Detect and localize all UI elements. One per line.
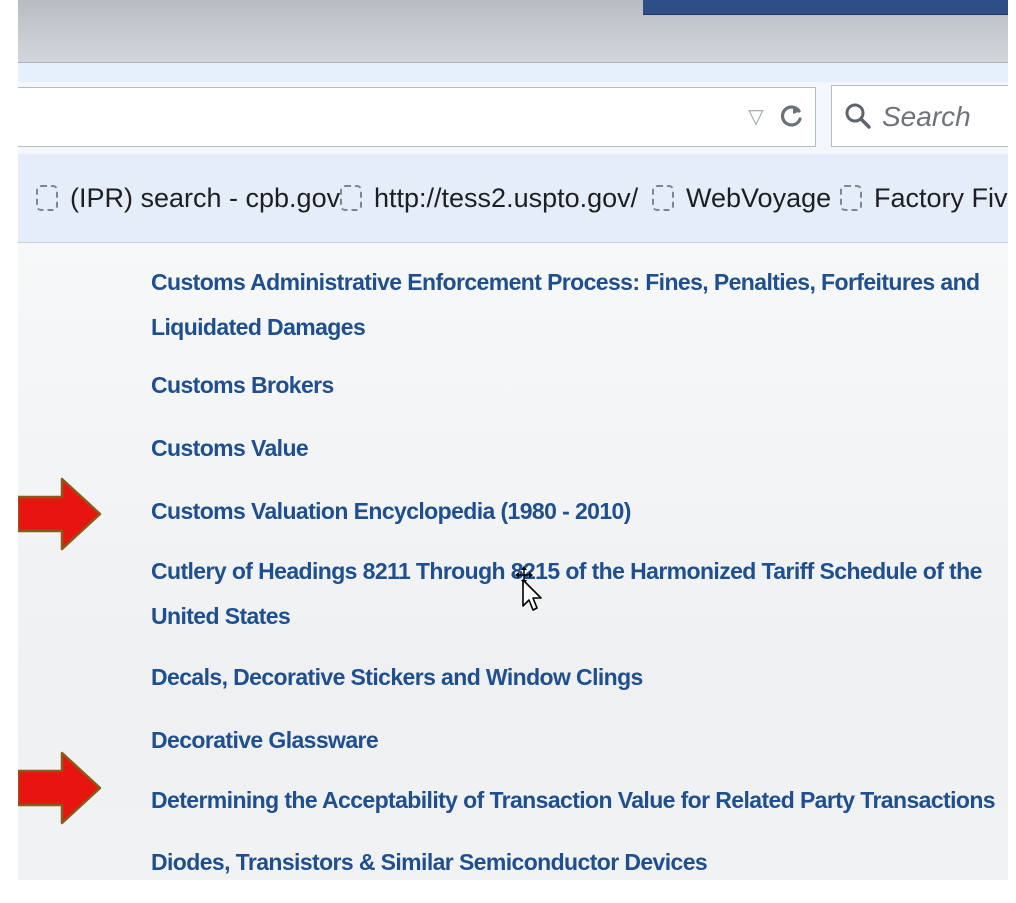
bookmark-favicon-placeholder-icon <box>36 185 58 211</box>
bookmark-favicon-placeholder-icon <box>340 185 362 211</box>
link-line: Diodes, Transistors & Similar Semiconduc… <box>151 849 708 875</box>
link-line: Customs Valuation Encyclopedia (1980 - 2… <box>151 498 631 524</box>
bookmark-label: http://tess2.uspto.gov/ <box>374 182 639 213</box>
tab-strip <box>18 62 1008 83</box>
bookmark-favicon-placeholder-icon <box>840 185 862 211</box>
search-icon <box>845 103 871 129</box>
bookmarks-toolbar: (IPR) search - cpb.gov http://tess2.uspt… <box>18 154 1008 243</box>
window-title-accent <box>643 0 1008 15</box>
reload-icon[interactable] <box>778 102 806 130</box>
link-decals-decorative-stickers[interactable]: Decals, Decorative Stickers and Window C… <box>151 655 643 700</box>
window-title-bar <box>18 0 1008 62</box>
browser-window: ▽ Search (IPR) search - cpb.gov http://t… <box>18 0 1008 880</box>
search-placeholder: Search <box>882 101 971 132</box>
history-dropdown-icon[interactable]: ▽ <box>745 106 767 128</box>
link-diodes-transistors[interactable]: Diodes, Transistors & Similar Semiconduc… <box>151 840 708 880</box>
link-line: Liquidated Damages <box>151 314 366 340</box>
link-line: Decorative Glassware <box>151 727 379 753</box>
link-decorative-glassware[interactable]: Decorative Glassware <box>151 718 379 763</box>
bookmark-label: Factory Five <box>874 182 1008 213</box>
link-line: Cutlery of Headings 8211 Through 8215 of… <box>151 558 982 584</box>
link-line: Customs Administrative Enforcement Proce… <box>151 269 980 295</box>
bookmark-favicon-placeholder-icon <box>652 185 674 211</box>
navigation-toolbar: ▽ Search <box>18 82 1008 154</box>
red-arrow-icon <box>18 477 102 551</box>
link-determining-acceptability-transaction-value[interactable]: Determining the Acceptability of Transac… <box>151 778 996 823</box>
bookmark-webvoyage[interactable]: WebVoyage <box>652 154 831 242</box>
link-line: Customs Value <box>151 435 309 461</box>
bookmark-ipr-search[interactable]: (IPR) search - cpb.gov <box>36 154 340 242</box>
link-line: Decals, Decorative Stickers and Window C… <box>151 664 643 690</box>
link-line: Determining the Acceptability of Transac… <box>151 787 996 813</box>
move-cursor-icon <box>515 566 542 611</box>
bookmark-factory-five[interactable]: Factory Five <box>840 154 1008 242</box>
link-customs-valuation-encyclopedia[interactable]: Customs Valuation Encyclopedia (1980 - 2… <box>151 489 631 534</box>
bookmark-label: WebVoyage <box>686 182 832 213</box>
red-arrow-icon <box>18 751 102 825</box>
link-customs-administrative-enforcement[interactable]: Customs Administrative Enforcement Proce… <box>151 260 980 350</box>
search-bar[interactable]: Search <box>831 85 1008 147</box>
link-line: United States <box>151 603 291 629</box>
link-customs-value[interactable]: Customs Value <box>151 426 309 471</box>
bookmark-tess2-uspto[interactable]: http://tess2.uspto.gov/ <box>340 154 638 242</box>
url-bar[interactable]: ▽ <box>18 87 816 147</box>
link-cutlery-headings[interactable]: Cutlery of Headings 8211 Through 8215 of… <box>151 549 982 639</box>
bookmark-label: (IPR) search - cpb.gov <box>70 182 341 213</box>
link-customs-brokers[interactable]: Customs Brokers <box>151 363 334 408</box>
link-line: Customs Brokers <box>151 372 334 398</box>
page-content: Customs Administrative Enforcement Proce… <box>18 243 1008 880</box>
